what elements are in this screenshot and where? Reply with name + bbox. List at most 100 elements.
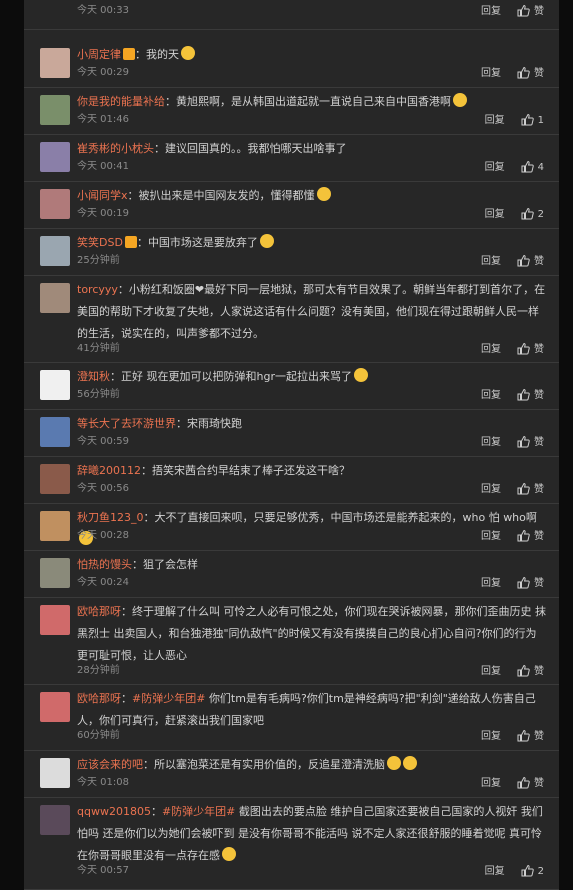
reply-button[interactable]: 回复 <box>481 67 501 81</box>
avatar[interactable] <box>40 417 70 447</box>
username-separator: ： <box>132 558 143 571</box>
comment-username[interactable]: 你是我的能量补给 <box>77 95 165 108</box>
avatar[interactable] <box>40 142 70 172</box>
comment-username[interactable]: 辞曦200112 <box>77 464 141 477</box>
avatar[interactable] <box>40 511 70 541</box>
like-button[interactable]: 1 <box>521 113 544 128</box>
comment-timestamp: 今天 00:57 <box>77 865 129 876</box>
like-button[interactable]: 赞 <box>517 729 544 744</box>
comment-username[interactable]: 崔秀彬的小枕头 <box>77 142 154 155</box>
like-button[interactable]: 2 <box>521 207 544 222</box>
reply-button[interactable]: 回复 <box>481 483 501 497</box>
like-button[interactable]: 赞 <box>517 576 544 591</box>
emoji-icon <box>387 756 401 770</box>
comment-timestamp: 今天 00:41 <box>77 161 129 172</box>
comment-username[interactable]: 欧哈那呀 <box>77 692 121 705</box>
avatar[interactable] <box>40 48 70 78</box>
comment-timestamp: 28分钟前 <box>77 665 120 676</box>
like-button[interactable]: 赞 <box>517 254 544 269</box>
comment-timestamp: 56分钟前 <box>77 389 120 400</box>
comment-username[interactable]: 秋刀鱼123_0 <box>77 511 144 524</box>
comment-text-block: 等长大了去环游世界：宋雨琦快跑 <box>77 413 547 435</box>
avatar[interactable] <box>40 370 70 400</box>
comment-timestamp: 今天 00:56 <box>77 483 129 494</box>
avatar[interactable] <box>40 692 70 722</box>
comment-username[interactable]: torcyyy <box>77 283 118 296</box>
comment-actions: 回复 赞 <box>481 664 544 679</box>
like-button[interactable]: 赞 <box>517 482 544 497</box>
reply-button[interactable]: 回复 <box>485 208 505 222</box>
avatar[interactable] <box>40 189 70 219</box>
reply-button[interactable]: 回复 <box>485 114 505 128</box>
avatar[interactable] <box>40 758 70 788</box>
reply-button[interactable]: 回复 <box>481 665 501 679</box>
comment-actions: 回复 1 <box>485 113 544 128</box>
comment-username[interactable]: 欧哈那呀 <box>77 605 121 618</box>
like-button[interactable]: 赞 <box>517 4 544 19</box>
comment-timestamp: 60分钟前 <box>77 730 120 741</box>
comment-timestamp: 今天 00:33 <box>77 5 129 16</box>
avatar[interactable] <box>40 558 70 588</box>
like-button[interactable]: 赞 <box>517 776 544 791</box>
reply-button[interactable]: 回复 <box>481 577 501 591</box>
comment-item: 应该会来的吧：所以塞泡菜还是有实用价值的，反追星澄清洗脑 今天 01:08 回复 赞 <box>24 751 559 798</box>
avatar[interactable] <box>40 805 70 835</box>
avatar[interactable] <box>40 464 70 494</box>
reply-button[interactable]: 回复 <box>481 255 501 269</box>
comment-actions: 回复 赞 <box>481 776 544 791</box>
avatar[interactable] <box>40 236 70 266</box>
like-button[interactable]: 赞 <box>517 342 544 357</box>
thumbs-up-icon <box>521 864 538 877</box>
hashtag-link[interactable]: #防弹少年团# <box>162 805 235 818</box>
like-count: 赞 <box>534 484 544 495</box>
reply-button[interactable]: 回复 <box>481 343 501 357</box>
thumbs-up-icon <box>517 776 534 789</box>
avatar[interactable] <box>40 95 70 125</box>
comment-actions: 回复 赞 <box>481 529 544 544</box>
like-button[interactable]: 4 <box>521 160 544 175</box>
like-button[interactable]: 2 <box>521 864 544 879</box>
comment-timestamp: 今天 01:46 <box>77 114 129 125</box>
like-count: 2 <box>537 866 544 877</box>
reply-button[interactable]: 回复 <box>481 389 501 403</box>
reply-button[interactable]: 回复 <box>485 865 505 879</box>
like-count: 赞 <box>534 6 544 17</box>
comment-text-block: 笑笑DSD ：中国市场这是要放弃了 <box>77 232 547 254</box>
thumbs-up-icon <box>521 160 538 173</box>
comment-item: 你是我的能量补给：黄旭熙啊，是从韩国出道起就一直说自己来自中国香港啊 今天 01:… <box>24 88 559 135</box>
username-separator: ： <box>121 692 132 705</box>
thumbs-up-icon <box>517 342 534 355</box>
comment-username[interactable]: 应该会来的吧 <box>77 758 143 771</box>
comment-text-block: torcyyy：小粉红和饭圈❤最好下同一层地狱，那可太有节目效果了。朝鲜当年都打… <box>77 279 547 345</box>
reply-button[interactable]: 回复 <box>481 436 501 450</box>
like-button[interactable]: 赞 <box>517 664 544 679</box>
avatar[interactable] <box>40 283 70 313</box>
username-separator: ： <box>136 236 148 249</box>
thumbs-up-icon <box>517 435 534 448</box>
emoji-icon <box>181 46 195 60</box>
comment-username[interactable]: qqww201805 <box>77 805 151 818</box>
like-button[interactable]: 赞 <box>517 435 544 450</box>
comment-username[interactable]: 小闻同学x <box>77 189 128 202</box>
hashtag-link[interactable]: #防弹少年团# <box>132 692 205 705</box>
emoji-icon <box>403 756 417 770</box>
comment-username[interactable]: 怕热的馒头 <box>77 558 132 571</box>
comment-actions: 回复 2 <box>485 207 544 222</box>
like-button[interactable]: 赞 <box>517 66 544 81</box>
like-button[interactable]: 赞 <box>517 529 544 544</box>
reply-button[interactable]: 回复 <box>485 161 505 175</box>
emoji-icon <box>316 187 331 201</box>
like-button[interactable]: 赞 <box>517 388 544 403</box>
comment-username[interactable]: 澄知秋 <box>77 370 110 383</box>
emoji-icon <box>453 93 467 107</box>
like-count: 赞 <box>534 666 544 677</box>
reply-button[interactable]: 回复 <box>481 730 501 744</box>
reply-button[interactable]: 回复 <box>481 5 501 19</box>
comment-username[interactable]: 等长大了去环游世界 <box>77 417 176 430</box>
comment-username[interactable]: 笑笑DSD <box>77 236 123 249</box>
comment-username[interactable]: 小周定律 <box>77 48 121 61</box>
reply-button[interactable]: 回复 <box>481 777 501 791</box>
reply-button[interactable]: 回复 <box>481 530 501 544</box>
emoji-icon <box>353 368 368 382</box>
avatar[interactable] <box>40 605 70 635</box>
